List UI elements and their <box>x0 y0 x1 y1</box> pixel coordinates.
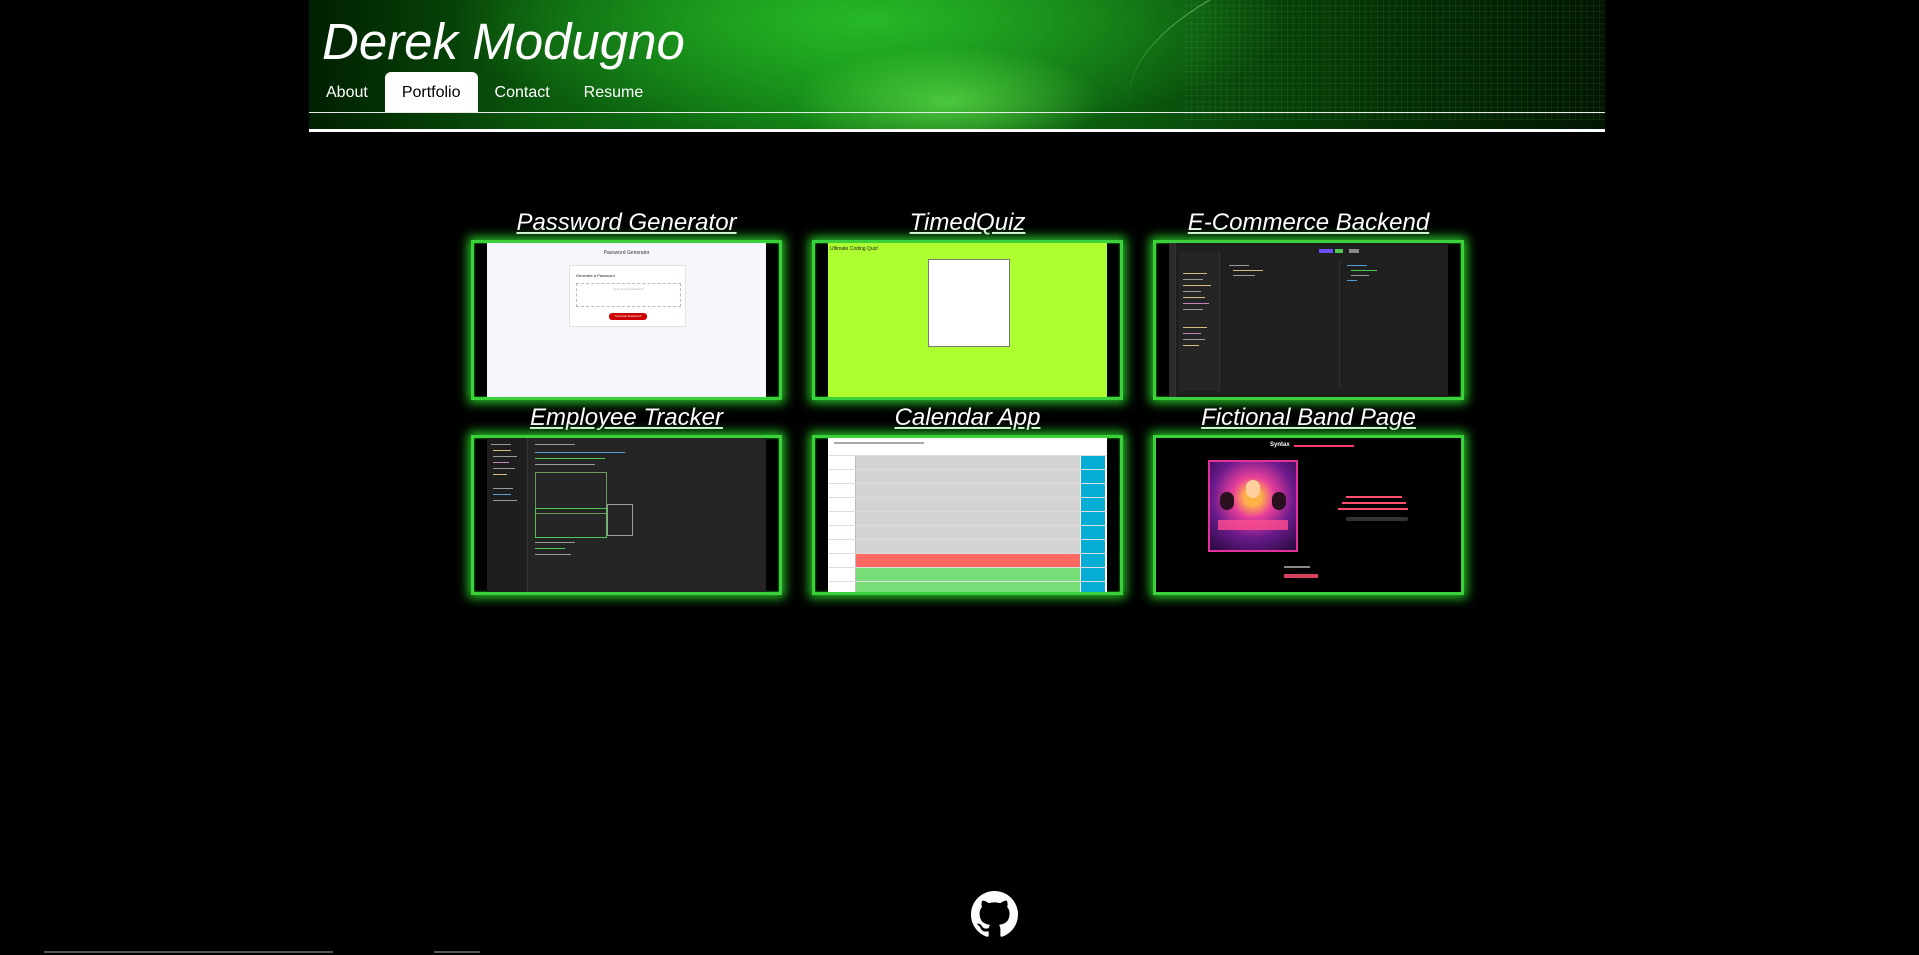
project-title-link[interactable]: E-Commerce Backend <box>1153 208 1464 238</box>
project-title-link[interactable]: Fictional Band Page <box>1153 403 1464 433</box>
header-bottom-border <box>309 129 1605 132</box>
preview-audio-player <box>1346 517 1408 521</box>
project-card-password-generator: Password Generator Password Generator Ge… <box>471 208 782 400</box>
project-screenshot[interactable] <box>812 435 1123 595</box>
project-card-calendar-app: Calendar App <box>812 403 1123 595</box>
project-title-link[interactable]: Employee Tracker <box>471 403 782 433</box>
nav-divider <box>309 112 1605 113</box>
project-screenshot[interactable] <box>471 435 782 595</box>
project-title-link[interactable]: TimedQuiz <box>812 208 1123 238</box>
nav-item-about[interactable]: About <box>309 72 385 113</box>
project-card-fictional-band-page: Fictional Band Page Syntax <box>1153 403 1464 595</box>
site-title: Derek Modugno <box>322 13 685 70</box>
project-card-timed-quiz: TimedQuiz Ultimate Coding Quiz! <box>812 208 1123 400</box>
project-title-link[interactable]: Calendar App <box>812 403 1123 433</box>
preview-heading: Ultimate Coding Quiz! <box>830 246 879 252</box>
project-screenshot[interactable] <box>1153 240 1464 400</box>
preview-quiz-box <box>928 259 1010 347</box>
project-screenshot[interactable]: Syntax <box>1153 435 1464 595</box>
preview-generate-button: Generate Password <box>609 313 647 320</box>
preview-password-box: Your Secure Password <box>576 283 681 307</box>
project-screenshot[interactable]: Ultimate Coding Quiz! <box>812 240 1123 400</box>
horizontal-scrollbar-thumb[interactable] <box>434 951 480 953</box>
preview-band-name: Syntax <box>1270 442 1290 448</box>
preview-card-label: Generate a Password <box>576 273 615 278</box>
preview-album-art <box>1208 460 1298 552</box>
nav-item-portfolio[interactable]: Portfolio <box>384 72 478 113</box>
project-card-ecommerce-backend: E-Commerce Backend <box>1153 208 1464 400</box>
project-screenshot[interactable]: Password Generator Generate a Password Y… <box>471 240 782 400</box>
nav-item-contact[interactable]: Contact <box>478 72 567 113</box>
project-title-link[interactable]: Password Generator <box>471 208 782 238</box>
site-header: Derek Modugno About Portfolio Contact Re… <box>309 0 1605 131</box>
horizontal-scrollbar[interactable] <box>44 951 333 953</box>
nav-item-resume[interactable]: Resume <box>567 72 661 113</box>
project-card-employee-tracker: Employee Tracker <box>471 403 782 595</box>
main-nav: About Portfolio Contact Resume <box>309 72 660 113</box>
github-icon[interactable] <box>971 891 1018 938</box>
preview-heading: Password Generator <box>603 250 650 256</box>
